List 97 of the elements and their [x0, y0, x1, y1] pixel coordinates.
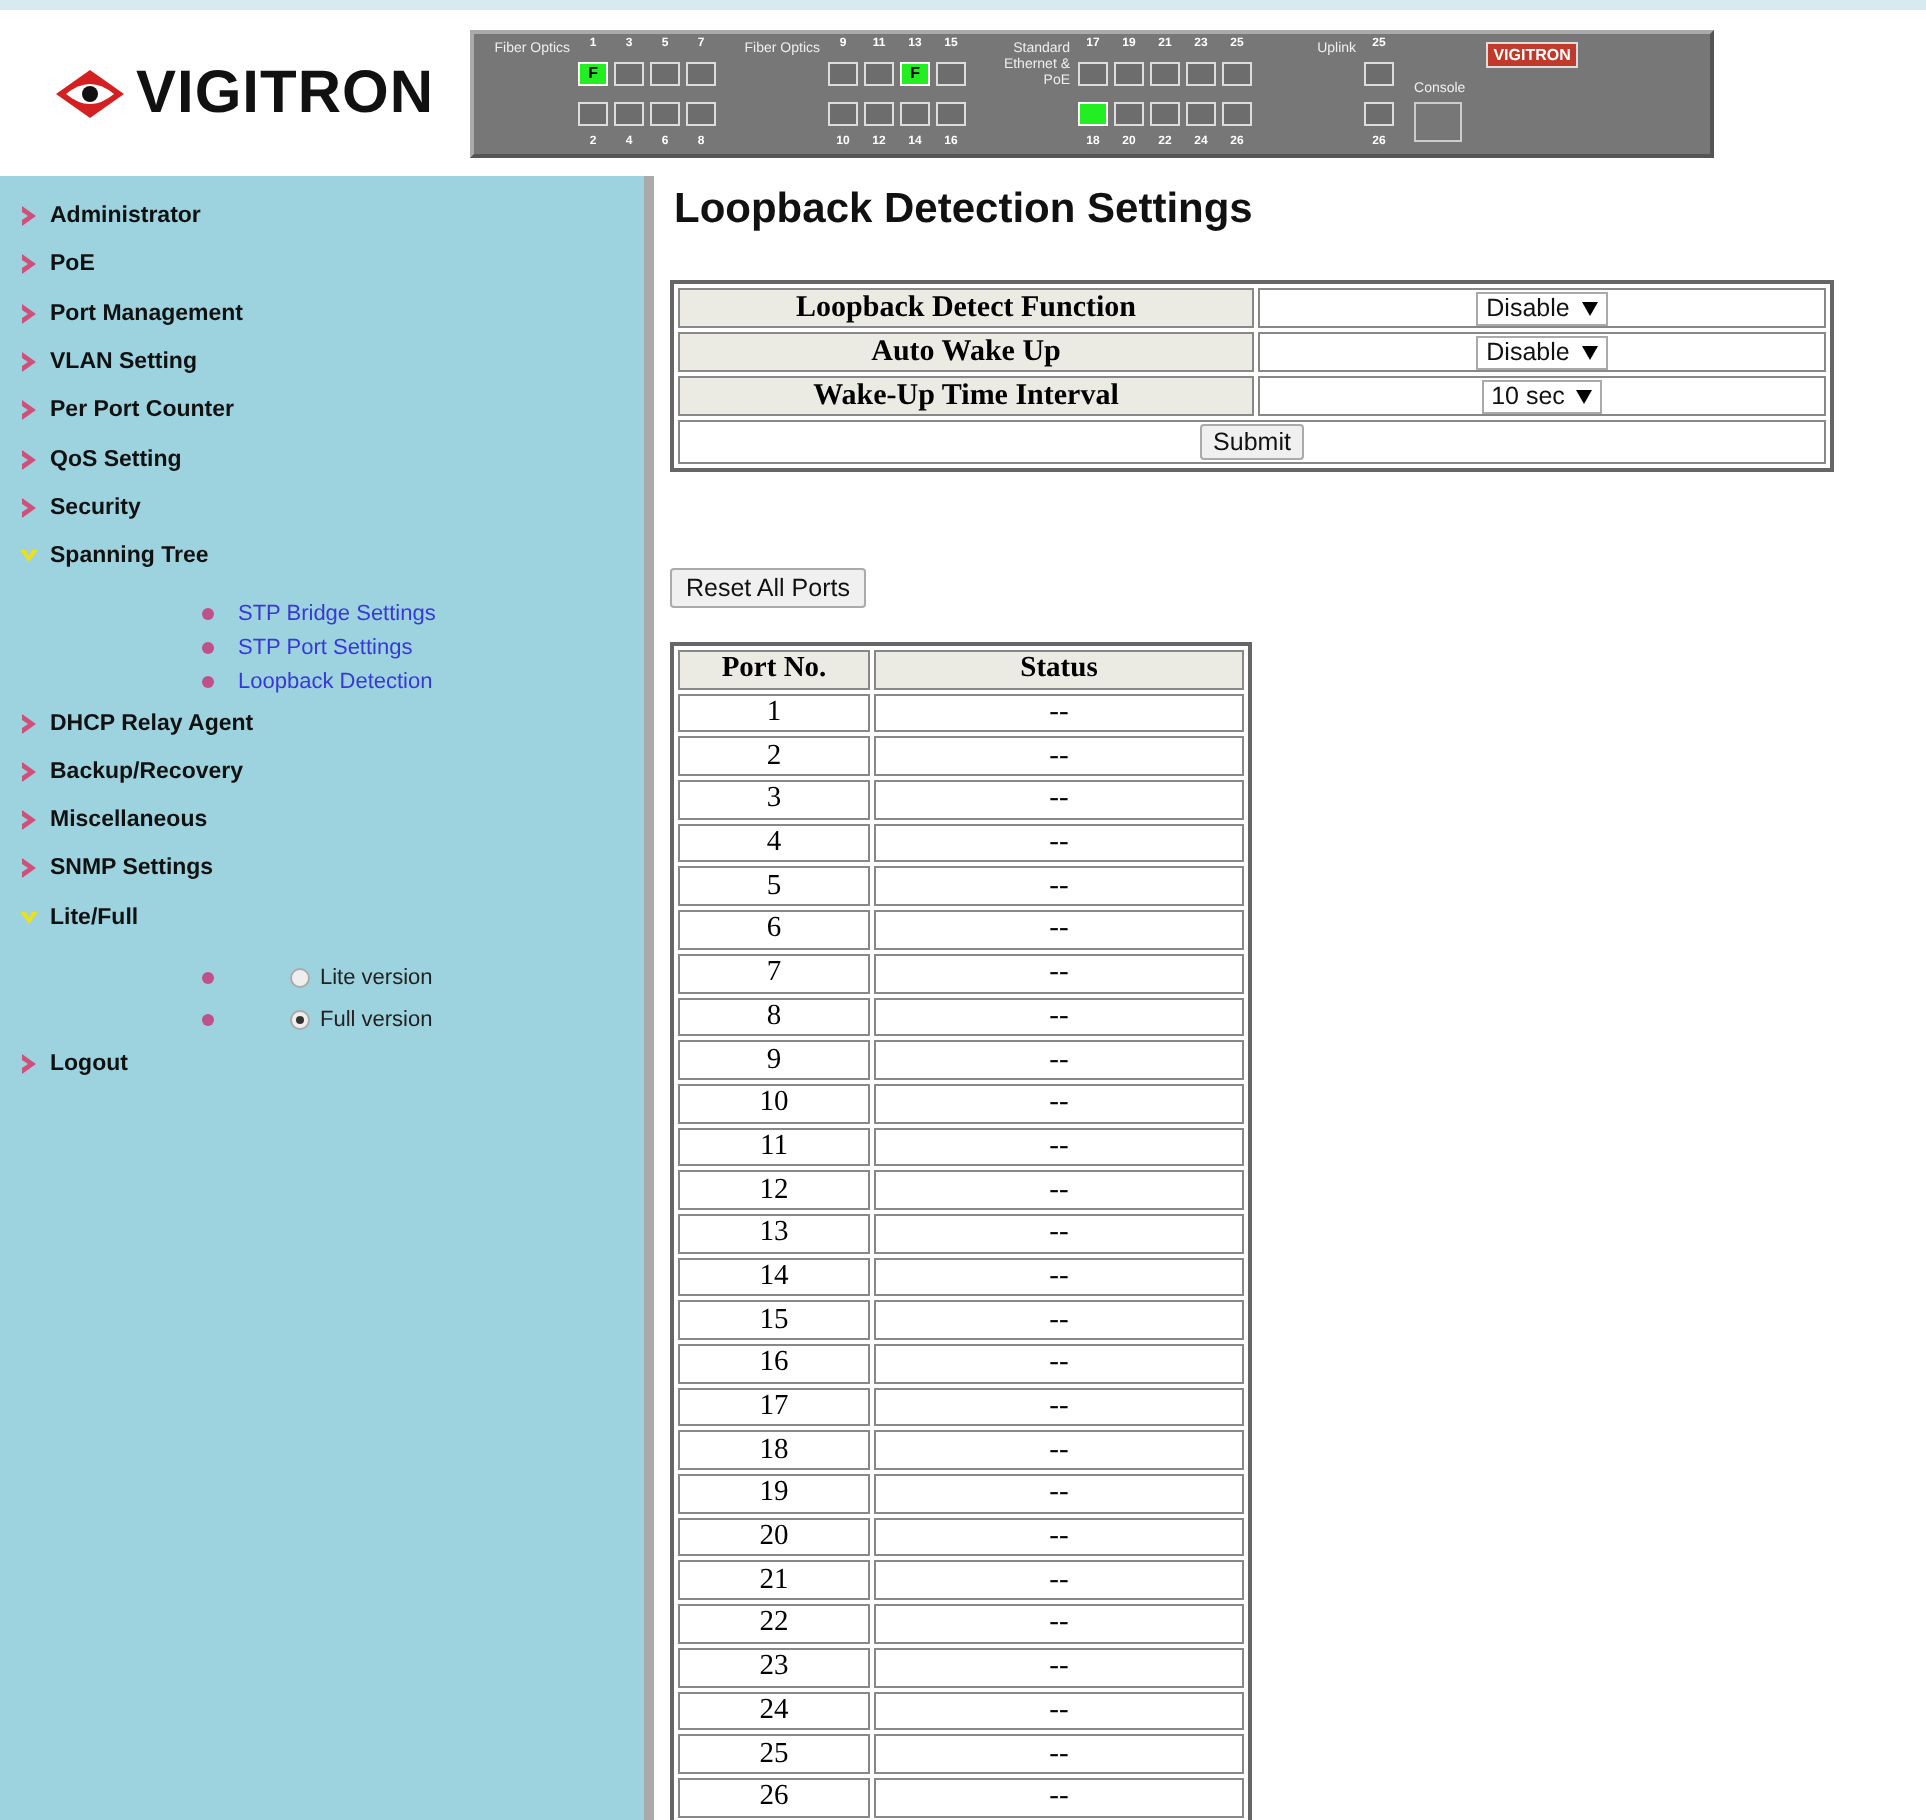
table-cell: -- [874, 1344, 1244, 1384]
submit-button[interactable]: Submit [1199, 424, 1305, 460]
table-cell: -- [874, 1604, 1244, 1644]
menu-item[interactable]: Spanning Tree [50, 544, 209, 569]
table-cell: 10 [678, 1083, 870, 1124]
table-cell: 6 [678, 910, 870, 950]
table-cell: 13 [678, 1213, 870, 1254]
submenu-link[interactable]: Loopback Detection [238, 669, 433, 694]
table-cell: -- [874, 1517, 1244, 1557]
radio-label: Lite version [320, 966, 433, 991]
setting-label: Wake-Up Time Interval [678, 376, 1254, 416]
bullet-icon [202, 641, 214, 654]
menu-item[interactable]: Administrator [50, 204, 201, 229]
bullet-icon [202, 607, 214, 620]
table-cell: -- [874, 1040, 1244, 1080]
table-cell: 15 [678, 1300, 870, 1340]
table-cell: 3 [678, 780, 870, 820]
table-cell: -- [874, 1083, 1244, 1124]
setting-label: Auto Wake Up [678, 332, 1254, 372]
table-cell: 21 [678, 1560, 870, 1601]
table-cell: -- [874, 1170, 1244, 1210]
table-cell: -- [874, 866, 1244, 907]
logo-text: VIGITRON [136, 59, 435, 127]
table-cell: -- [874, 1474, 1244, 1514]
table-cell: -- [874, 953, 1244, 993]
table-cell: 7 [678, 953, 870, 993]
table-cell: -- [874, 693, 1244, 733]
table-cell: -- [874, 997, 1244, 1037]
table-cell: -- [874, 1647, 1244, 1687]
port-indicator: F [900, 61, 931, 85]
menu-item[interactable]: DHCP Relay Agent [50, 711, 254, 736]
table-cell: 12 [678, 1170, 870, 1210]
setting-label: Loopback Detect Function [678, 288, 1254, 328]
table-cell: 18 [678, 1430, 870, 1471]
radio-label: Full version [320, 1007, 433, 1032]
table-cell: -- [874, 1691, 1244, 1731]
table-cell: 9 [678, 1040, 870, 1080]
radio-button[interactable] [290, 1009, 310, 1030]
menu-item[interactable]: VLAN Setting [50, 350, 197, 375]
port-indicator: F [578, 61, 609, 85]
bullet-icon [202, 675, 214, 688]
menu-item[interactable]: Lite/Full [50, 905, 139, 930]
menu-item[interactable]: SNMP Settings [50, 856, 214, 881]
table-cell: 25 [678, 1734, 870, 1774]
table-cell: 1 [678, 693, 870, 733]
table-cell: -- [874, 823, 1244, 863]
table-cell: 17 [678, 1387, 870, 1427]
submenu-link[interactable]: STP Port Settings [238, 635, 413, 660]
menu-item[interactable]: Port Management [50, 301, 243, 326]
table-cell: -- [874, 1777, 1244, 1818]
caret-icon [1581, 345, 1598, 359]
table-cell: 23 [678, 1647, 870, 1687]
table-cell: 24 [678, 1691, 870, 1731]
caret-icon [1581, 301, 1598, 315]
table-cell: -- [874, 1734, 1244, 1774]
menu-item[interactable]: Logout [50, 1052, 128, 1076]
submenu-link[interactable]: STP Bridge Settings [238, 601, 436, 626]
table-cell: -- [874, 910, 1244, 950]
table-cell: -- [874, 1127, 1244, 1167]
table-cell: -- [874, 1300, 1244, 1340]
radio-button[interactable] [290, 968, 310, 989]
table-cell: 2 [678, 736, 870, 777]
table-cell: 16 [678, 1344, 870, 1384]
menu-item[interactable]: Security [50, 495, 141, 520]
table-cell: -- [874, 1430, 1244, 1471]
menu-item[interactable]: PoE [50, 252, 95, 277]
dropdown[interactable]: Disable [1476, 291, 1608, 325]
bullet-icon [202, 1013, 214, 1026]
table-cell: 20 [678, 1517, 870, 1557]
table-cell: -- [874, 1387, 1244, 1427]
console-port [1414, 101, 1463, 141]
table-cell: -- [874, 1257, 1244, 1297]
dropdown[interactable]: 10 sec [1481, 379, 1603, 413]
menu-item[interactable]: Per Port Counter [50, 398, 235, 423]
table-cell: 22 [678, 1604, 870, 1644]
brand-badge: VIGITRON [1485, 41, 1579, 67]
column-header: Port No. [678, 650, 870, 690]
caret-icon [1576, 389, 1593, 403]
reset-button[interactable]: Reset All Ports [670, 568, 866, 608]
table-cell: 14 [678, 1257, 870, 1297]
table-cell: 5 [678, 866, 870, 907]
bullet-icon [202, 972, 214, 985]
menu-item[interactable]: QoS Setting [50, 447, 182, 472]
menu-item[interactable]: Miscellaneous [50, 808, 208, 833]
table-cell: 26 [678, 1777, 870, 1818]
table-cell: -- [874, 736, 1244, 777]
column-header: Status [874, 650, 1244, 690]
page-title: Loopback Detection Settings [674, 186, 1255, 234]
dropdown[interactable]: Disable [1476, 335, 1608, 369]
table-cell: 19 [678, 1474, 870, 1514]
table-cell: 11 [678, 1127, 870, 1167]
table-cell: -- [874, 1213, 1244, 1254]
table-cell: 8 [678, 997, 870, 1037]
table-cell: 4 [678, 823, 870, 863]
table-cell: -- [874, 1560, 1244, 1601]
menu-item[interactable]: Backup/Recovery [50, 759, 244, 784]
table-cell: -- [874, 780, 1244, 820]
